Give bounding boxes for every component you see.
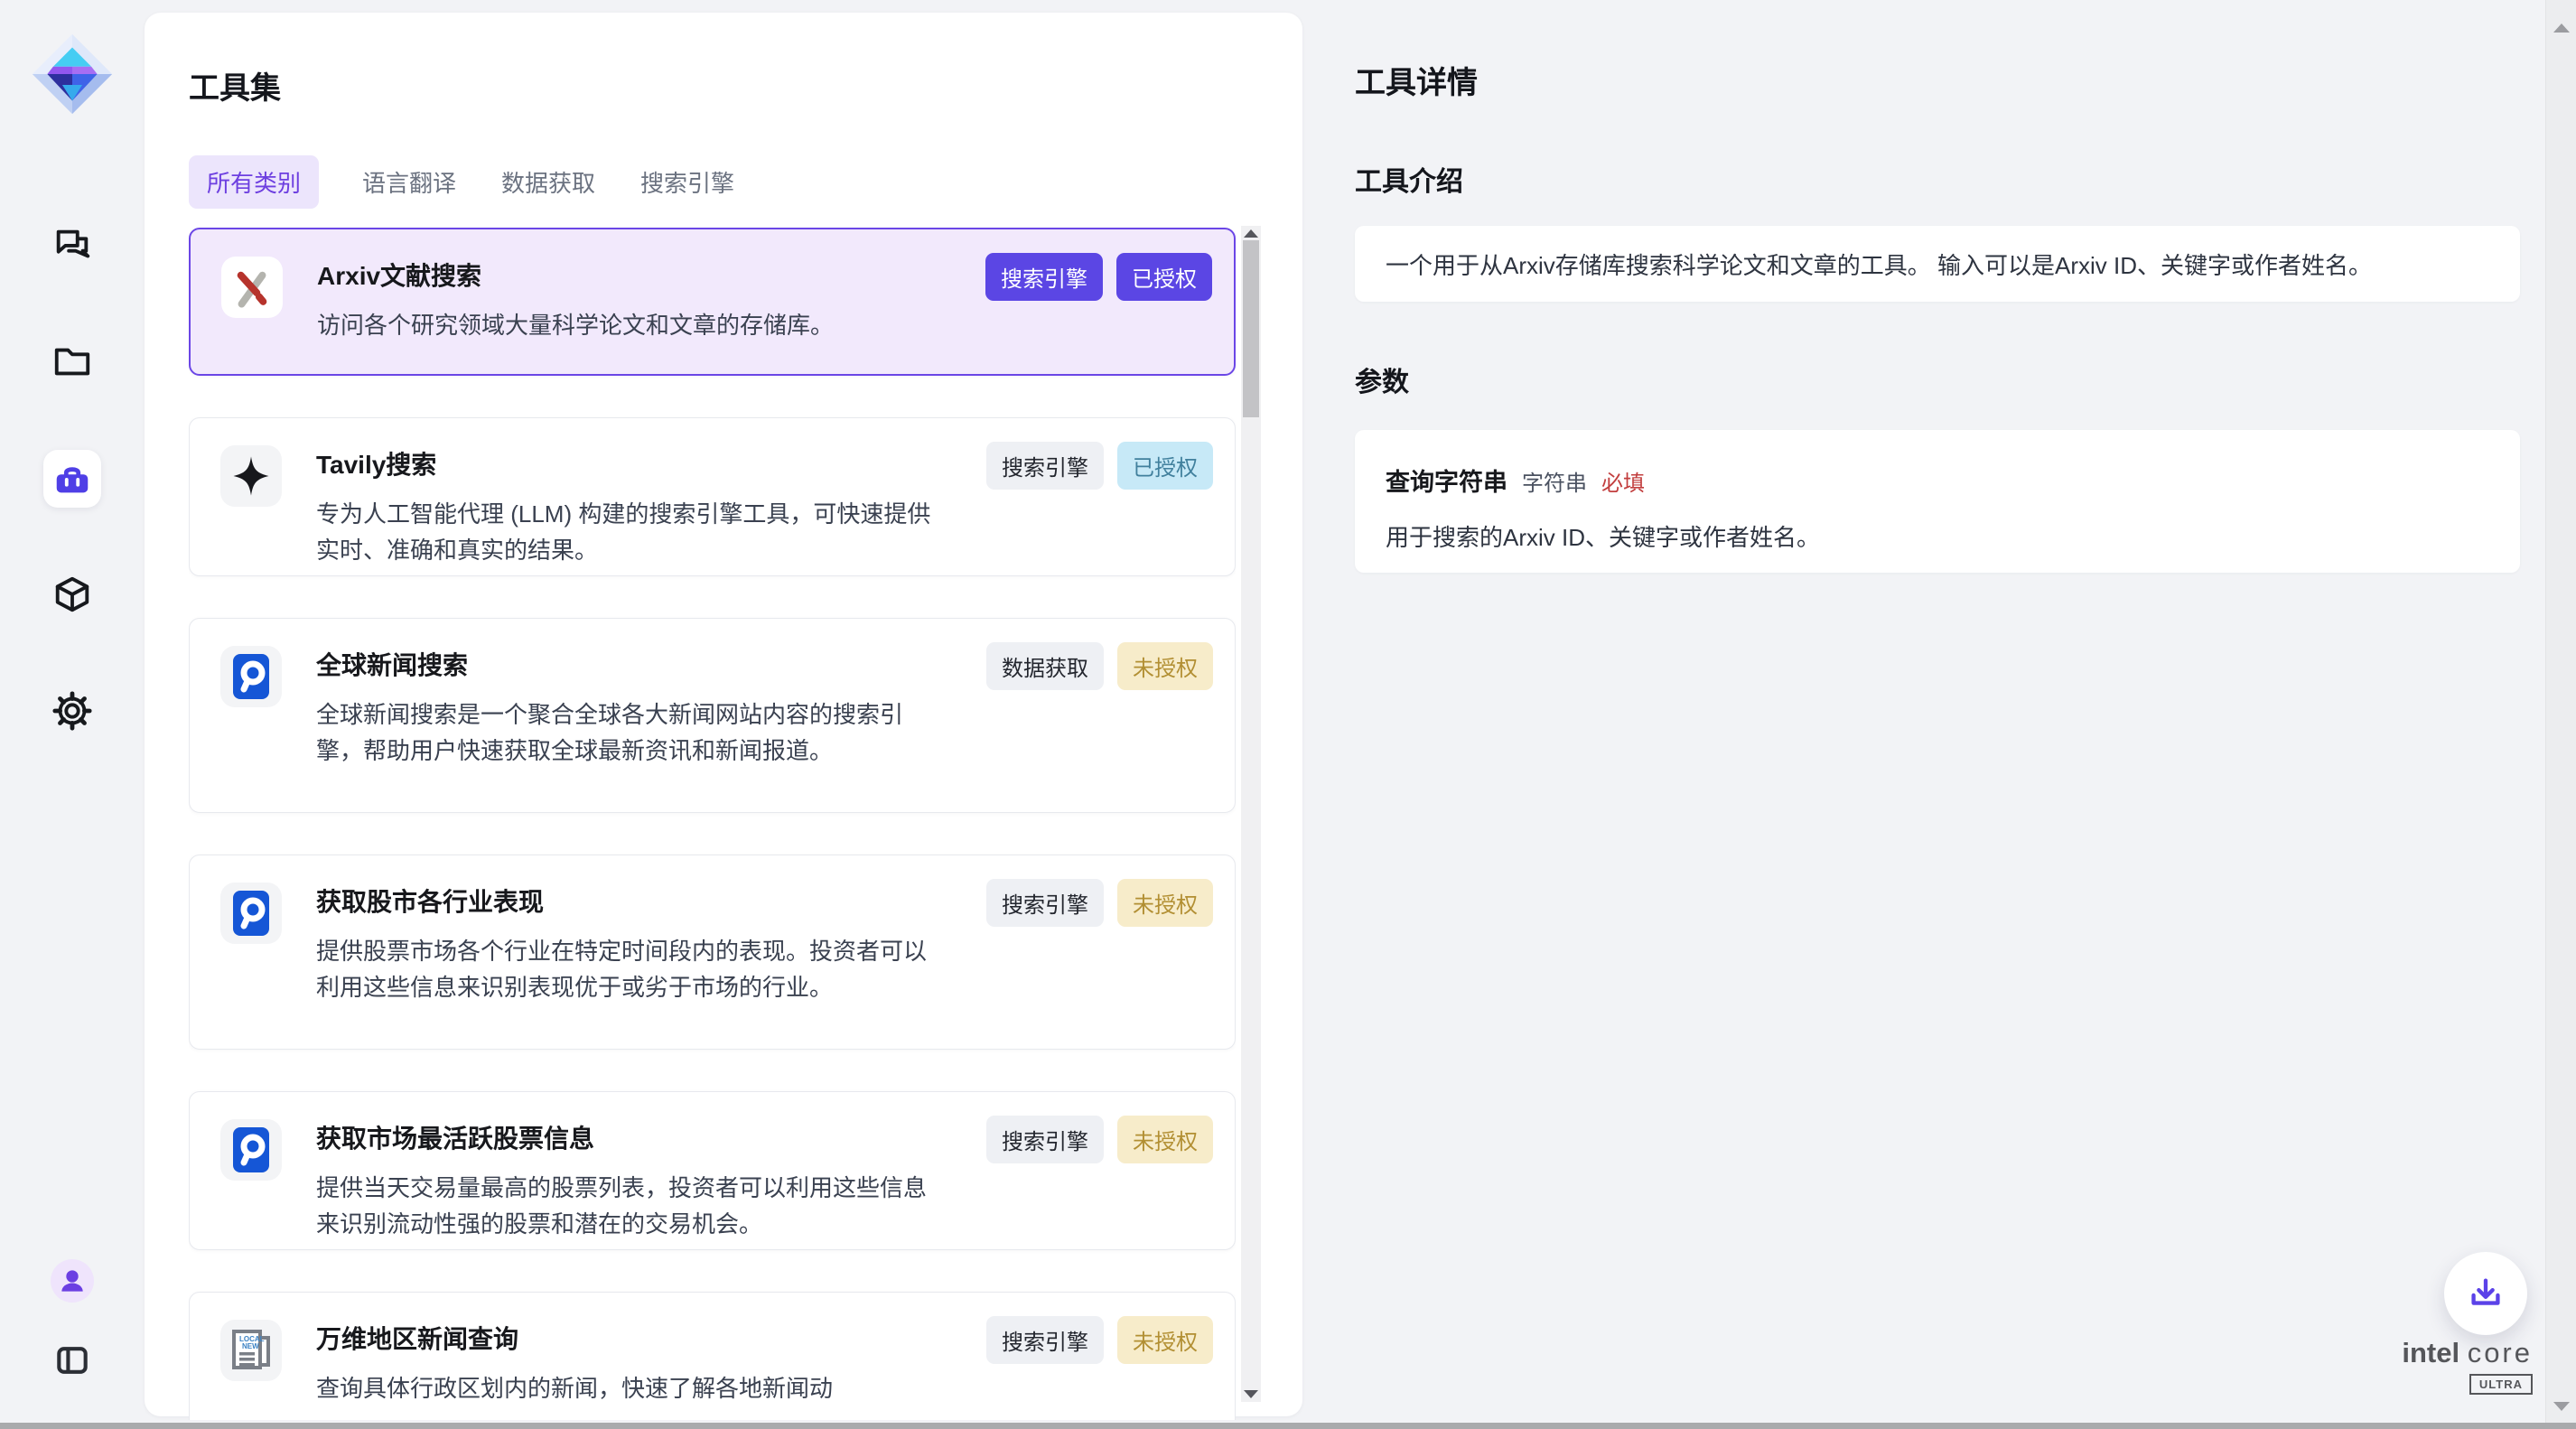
scrollbar-thumb[interactable] xyxy=(1243,240,1259,417)
param-type: 字符串 xyxy=(1522,465,1587,497)
tool-card-global-news[interactable]: 全球新闻搜索 全球新闻搜索是一个聚合全球各大新闻网站内容的搜索引擎，帮助用户快速… xyxy=(189,618,1236,813)
tool-name: 获取股市各行业表现 xyxy=(316,883,939,919)
param-required-badge: 必填 xyxy=(1601,465,1645,497)
tool-description: 全球新闻搜索是一个聚合全球各大新闻网站内容的搜索引擎，帮助用户快速获取全球最新资… xyxy=(316,696,939,769)
blue-search-app-icon xyxy=(220,646,282,707)
params-heading: 参数 xyxy=(1355,360,1409,399)
tool-list-scrollbar[interactable] xyxy=(1241,226,1261,1402)
panel-toggle-icon xyxy=(52,1340,92,1380)
download-icon xyxy=(2465,1273,2506,1314)
sidebar-item-models[interactable] xyxy=(43,565,101,623)
tool-list: Arxiv文献搜索 访问各个研究领域大量科学论文和文章的存储库。 搜索引擎 已授… xyxy=(189,228,1236,1420)
category-badge: 搜索引擎 xyxy=(986,1116,1104,1163)
tool-name: Arxiv文献搜索 xyxy=(317,257,834,293)
tool-name: Tavily搜索 xyxy=(316,445,939,481)
sidebar-collapse-button[interactable] xyxy=(43,1335,101,1386)
intro-card: 一个用于从Arxiv存储库搜索科学论文和文章的工具。 输入可以是Arxiv ID… xyxy=(1355,226,2520,302)
category-tabs: 所有类别 语言翻译 数据获取 搜索引擎 xyxy=(189,155,736,209)
intel-core-logo: intel core ULTRA xyxy=(2366,1337,2533,1395)
blue-search-app-icon xyxy=(220,883,282,944)
window-bottom-edge xyxy=(0,1423,2576,1429)
page-scroll-down-icon[interactable] xyxy=(2553,1402,2570,1411)
category-badge: 数据获取 xyxy=(986,642,1104,690)
chat-icon xyxy=(51,224,93,266)
tool-description: 提供当天交易量最高的股票列表，投资者可以利用这些信息来识别流动性强的股票和潜在的… xyxy=(316,1170,939,1242)
folder-icon xyxy=(51,341,93,382)
intel-wordmark: intel xyxy=(2402,1337,2459,1368)
intro-heading: 工具介绍 xyxy=(1355,159,1463,199)
params-card: 查询字符串 字符串 必填 用于搜索的Arxiv ID、关键字或作者姓名。 xyxy=(1355,430,2520,573)
tab-search-engine[interactable]: 搜索引擎 xyxy=(639,155,736,209)
status-badge: 未授权 xyxy=(1117,1116,1213,1163)
app-screen: 工具集 所有类别 语言翻译 数据获取 搜索引擎 Arxiv文献搜索 访问 xyxy=(0,0,2576,1429)
param-name: 查询字符串 xyxy=(1386,462,1507,498)
core-wordmark: core xyxy=(2468,1337,2533,1368)
tab-translation[interactable]: 语言翻译 xyxy=(360,155,458,209)
cube-icon xyxy=(51,574,93,615)
category-badge: 搜索引擎 xyxy=(986,879,1104,927)
param-description: 用于搜索的Arxiv ID、关键字或作者姓名。 xyxy=(1386,519,2489,553)
scroll-down-arrow-icon[interactable] xyxy=(1244,1390,1258,1398)
status-badge: 未授权 xyxy=(1117,879,1213,927)
status-badge: 已授权 xyxy=(1116,253,1212,301)
toolset-title: 工具集 xyxy=(189,63,281,107)
details-title: 工具详情 xyxy=(1355,58,1478,102)
local-news-icon: LOCAL NEW xyxy=(220,1320,282,1381)
svg-text:NEW: NEW xyxy=(242,1342,259,1350)
page-scrollbar[interactable] xyxy=(2545,0,2576,1429)
ultra-label: ULTRA xyxy=(2469,1374,2533,1395)
category-badge: 搜索引擎 xyxy=(985,253,1103,301)
gear-icon xyxy=(51,690,93,732)
toolset-panel: 工具集 所有类别 语言翻译 数据获取 搜索引擎 Arxiv文献搜索 访问 xyxy=(145,13,1302,1416)
download-button[interactable] xyxy=(2444,1252,2527,1335)
tool-description: 专为人工智能代理 (LLM) 构建的搜索引擎工具，可快速提供实时、准确和真实的结… xyxy=(316,496,939,568)
tool-card-most-active-stocks[interactable]: 获取市场最活跃股票信息 提供当天交易量最高的股票列表，投资者可以利用这些信息来识… xyxy=(189,1091,1236,1250)
category-badge: 搜索引擎 xyxy=(986,1316,1104,1364)
user-avatar[interactable] xyxy=(51,1259,94,1303)
person-icon xyxy=(54,1263,90,1299)
arxiv-logo-icon xyxy=(221,257,283,318)
tab-all-categories[interactable]: 所有类别 xyxy=(189,155,319,209)
category-badge: 搜索引擎 xyxy=(986,442,1104,490)
intro-text: 一个用于从Arxiv存储库搜索科学论文和文章的工具。 输入可以是Arxiv ID… xyxy=(1386,248,2372,281)
tool-card-sector-performance[interactable]: 获取股市各行业表现 提供股票市场各个行业在特定时间段内的表现。投资者可以利用这些… xyxy=(189,855,1236,1050)
toolbox-icon xyxy=(51,458,93,500)
sidebar xyxy=(0,0,145,1429)
tool-card-arxiv[interactable]: Arxiv文献搜索 访问各个研究领域大量科学论文和文章的存储库。 搜索引擎 已授… xyxy=(189,228,1236,376)
status-badge: 已授权 xyxy=(1117,442,1213,490)
sidebar-item-settings[interactable] xyxy=(43,682,101,740)
tool-name: 万维地区新闻查询 xyxy=(316,1320,833,1356)
tool-name: 全球新闻搜索 xyxy=(316,646,939,682)
tool-card-regional-news[interactable]: LOCAL NEW 万维地区新闻查询 查询具体行政区划内的新闻，快速了解各地新闻… xyxy=(189,1292,1236,1420)
sparkle-star-icon xyxy=(220,445,282,507)
tool-card-tavily[interactable]: Tavily搜索 专为人工智能代理 (LLM) 构建的搜索引擎工具，可快速提供实… xyxy=(189,417,1236,576)
scroll-up-arrow-icon[interactable] xyxy=(1244,229,1258,238)
tool-description: 查询具体行政区划内的新闻，快速了解各地新闻动 xyxy=(316,1370,833,1406)
status-badge: 未授权 xyxy=(1117,1316,1213,1364)
tool-description: 提供股票市场各个行业在特定时间段内的表现。投资者可以利用这些信息来识别表现优于或… xyxy=(316,933,939,1005)
sidebar-item-files[interactable] xyxy=(43,332,101,390)
sidebar-item-tools[interactable] xyxy=(43,450,101,508)
tool-name: 获取市场最活跃股票信息 xyxy=(316,1119,939,1155)
tool-description: 访问各个研究领域大量科学论文和文章的存储库。 xyxy=(317,307,834,343)
tab-data-fetch[interactable]: 数据获取 xyxy=(499,155,597,209)
page-scroll-up-icon[interactable] xyxy=(2553,23,2570,33)
blue-search-app-icon xyxy=(220,1119,282,1181)
sidebar-item-chat[interactable] xyxy=(43,216,101,274)
status-badge: 未授权 xyxy=(1117,642,1213,690)
app-logo-icon xyxy=(31,33,114,116)
